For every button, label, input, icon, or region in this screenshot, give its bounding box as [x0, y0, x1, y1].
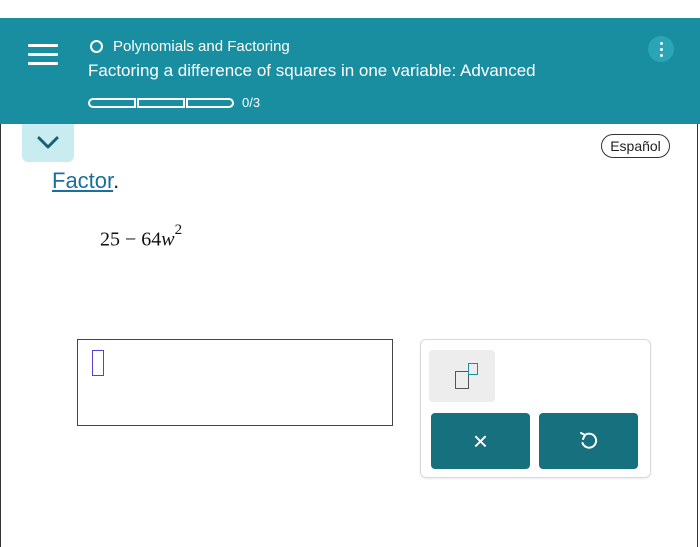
progress-bar: 0/3 — [88, 95, 260, 110]
menu-line — [28, 62, 58, 65]
hamburger-menu-button[interactable] — [28, 44, 58, 66]
progress-segment — [137, 97, 185, 108]
topic-row: Polynomials and Factoring — [90, 38, 290, 55]
math-tool-panel: × — [420, 339, 651, 478]
progress-segment — [88, 97, 136, 108]
clear-button[interactable]: × — [431, 413, 530, 469]
factor-link[interactable]: Factor — [52, 168, 113, 193]
minus-sign: − — [125, 228, 137, 251]
variable: w — [161, 228, 175, 251]
math-expression: 25 − 64w2 — [100, 222, 182, 252]
progress-segment — [186, 97, 234, 108]
undo-button[interactable] — [539, 413, 638, 469]
menu-line — [28, 53, 58, 56]
close-icon: × — [472, 425, 489, 456]
exponent: 2 — [174, 222, 183, 238]
exponent-button[interactable] — [429, 350, 495, 402]
espanol-button[interactable]: Español — [601, 134, 670, 158]
circle-icon — [90, 40, 103, 53]
chevron-down-icon — [37, 136, 59, 149]
constant-term: 25 — [100, 228, 120, 251]
menu-line — [28, 44, 58, 47]
exponent-superscript-icon — [468, 363, 478, 375]
coefficient: 64 — [141, 228, 162, 251]
input-cursor-placeholder — [92, 350, 104, 376]
answer-input[interactable] — [77, 339, 393, 426]
topic-label: Polynomials and Factoring — [113, 38, 290, 55]
header-bar: Polynomials and Factoring Factoring a di… — [0, 18, 700, 124]
instruction-period: . — [113, 168, 120, 193]
undo-icon — [579, 432, 597, 449]
progress-text: 0/3 — [242, 95, 261, 110]
collapse-header-button[interactable] — [22, 124, 74, 162]
instruction: Factor. — [52, 168, 119, 194]
more-options-icon[interactable] — [648, 36, 674, 62]
exponent-base-icon — [455, 371, 469, 389]
page-title: Factoring a difference of squares in one… — [88, 61, 536, 80]
